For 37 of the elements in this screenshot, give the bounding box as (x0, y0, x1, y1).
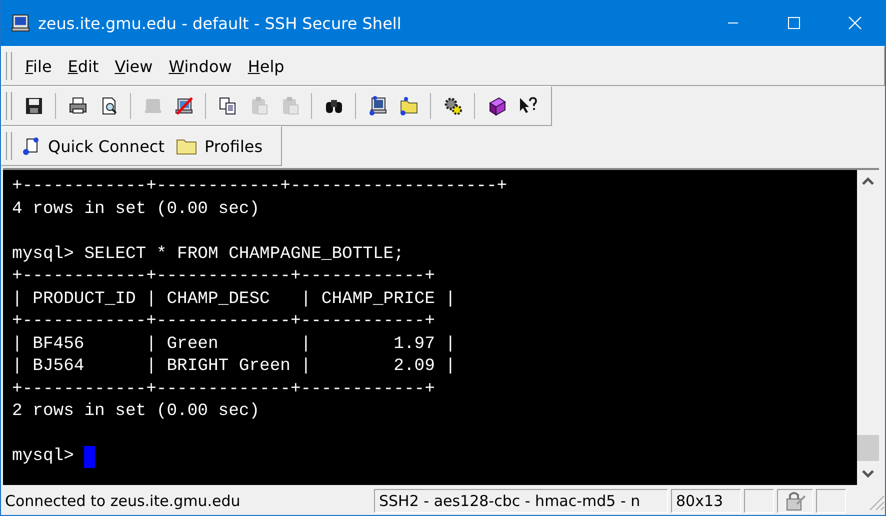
menu-item[interactable]: View (108, 52, 160, 80)
menu-item[interactable]: Window (162, 52, 239, 80)
terminal-line: 2 rows in set (0.00 sec) (12, 401, 260, 423)
grip-handle[interactable] (6, 92, 12, 120)
terminal-line: | BJ564 | BRIGHT Green | 2.09 | (12, 356, 456, 378)
menu-item[interactable]: File (18, 52, 59, 80)
status-message: Connected to zeus.ite.gmu.edu (5, 491, 242, 512)
grip-handle[interactable] (6, 52, 12, 80)
terminal-line: +------------+-------------+------------+ (12, 311, 435, 333)
documents-icon (216, 95, 238, 117)
cipher-info: SSH2 - aes128-cbc - hmac-md5 - n (374, 489, 668, 513)
computer-slash-icon (172, 95, 194, 117)
window-title: zeus.ite.gmu.edu - default - SSH Secure Shell (38, 14, 402, 32)
terminal-output[interactable] (3, 170, 857, 485)
close-icon (848, 16, 862, 30)
terminal-line: mysql> SELECT * FROM CHAMPAGNE_BOTTLE; (12, 244, 404, 266)
status-pane (744, 489, 774, 513)
scroll-down-icon[interactable] (861, 469, 875, 479)
terminal-line: mysql> (12, 446, 75, 468)
maximize-icon (786, 16, 800, 30)
menu-item[interactable]: Help (240, 52, 292, 80)
terminal-line: +------------+-------------+------------+ (12, 266, 435, 288)
terminal-size: 80x13 (671, 489, 741, 513)
scroll-up-icon[interactable] (861, 176, 875, 186)
terminal-line: 4 rows in set (0.00 sec) (12, 198, 260, 220)
grip-handle[interactable] (6, 132, 12, 160)
terminal-line: | PRODUCT_ID | CHAMP_DESC | CHAMP_PRICE | (12, 288, 456, 310)
scroll-thumb[interactable] (857, 435, 879, 461)
folder-icon (398, 95, 420, 117)
status-pane (816, 489, 846, 513)
folder-icon (176, 137, 198, 155)
quick-connect-button[interactable]: Quick Connect (18, 134, 172, 158)
menu-item[interactable]: Edit (60, 52, 106, 80)
profiles-button[interactable]: Profiles (172, 134, 271, 158)
terminal-line: +------------+-------------+------------+ (12, 378, 435, 400)
terminal-line: +------------+------------+--------------------+ (12, 176, 508, 198)
terminal-line: | BF456 | Green | 1.97 | (12, 334, 456, 356)
